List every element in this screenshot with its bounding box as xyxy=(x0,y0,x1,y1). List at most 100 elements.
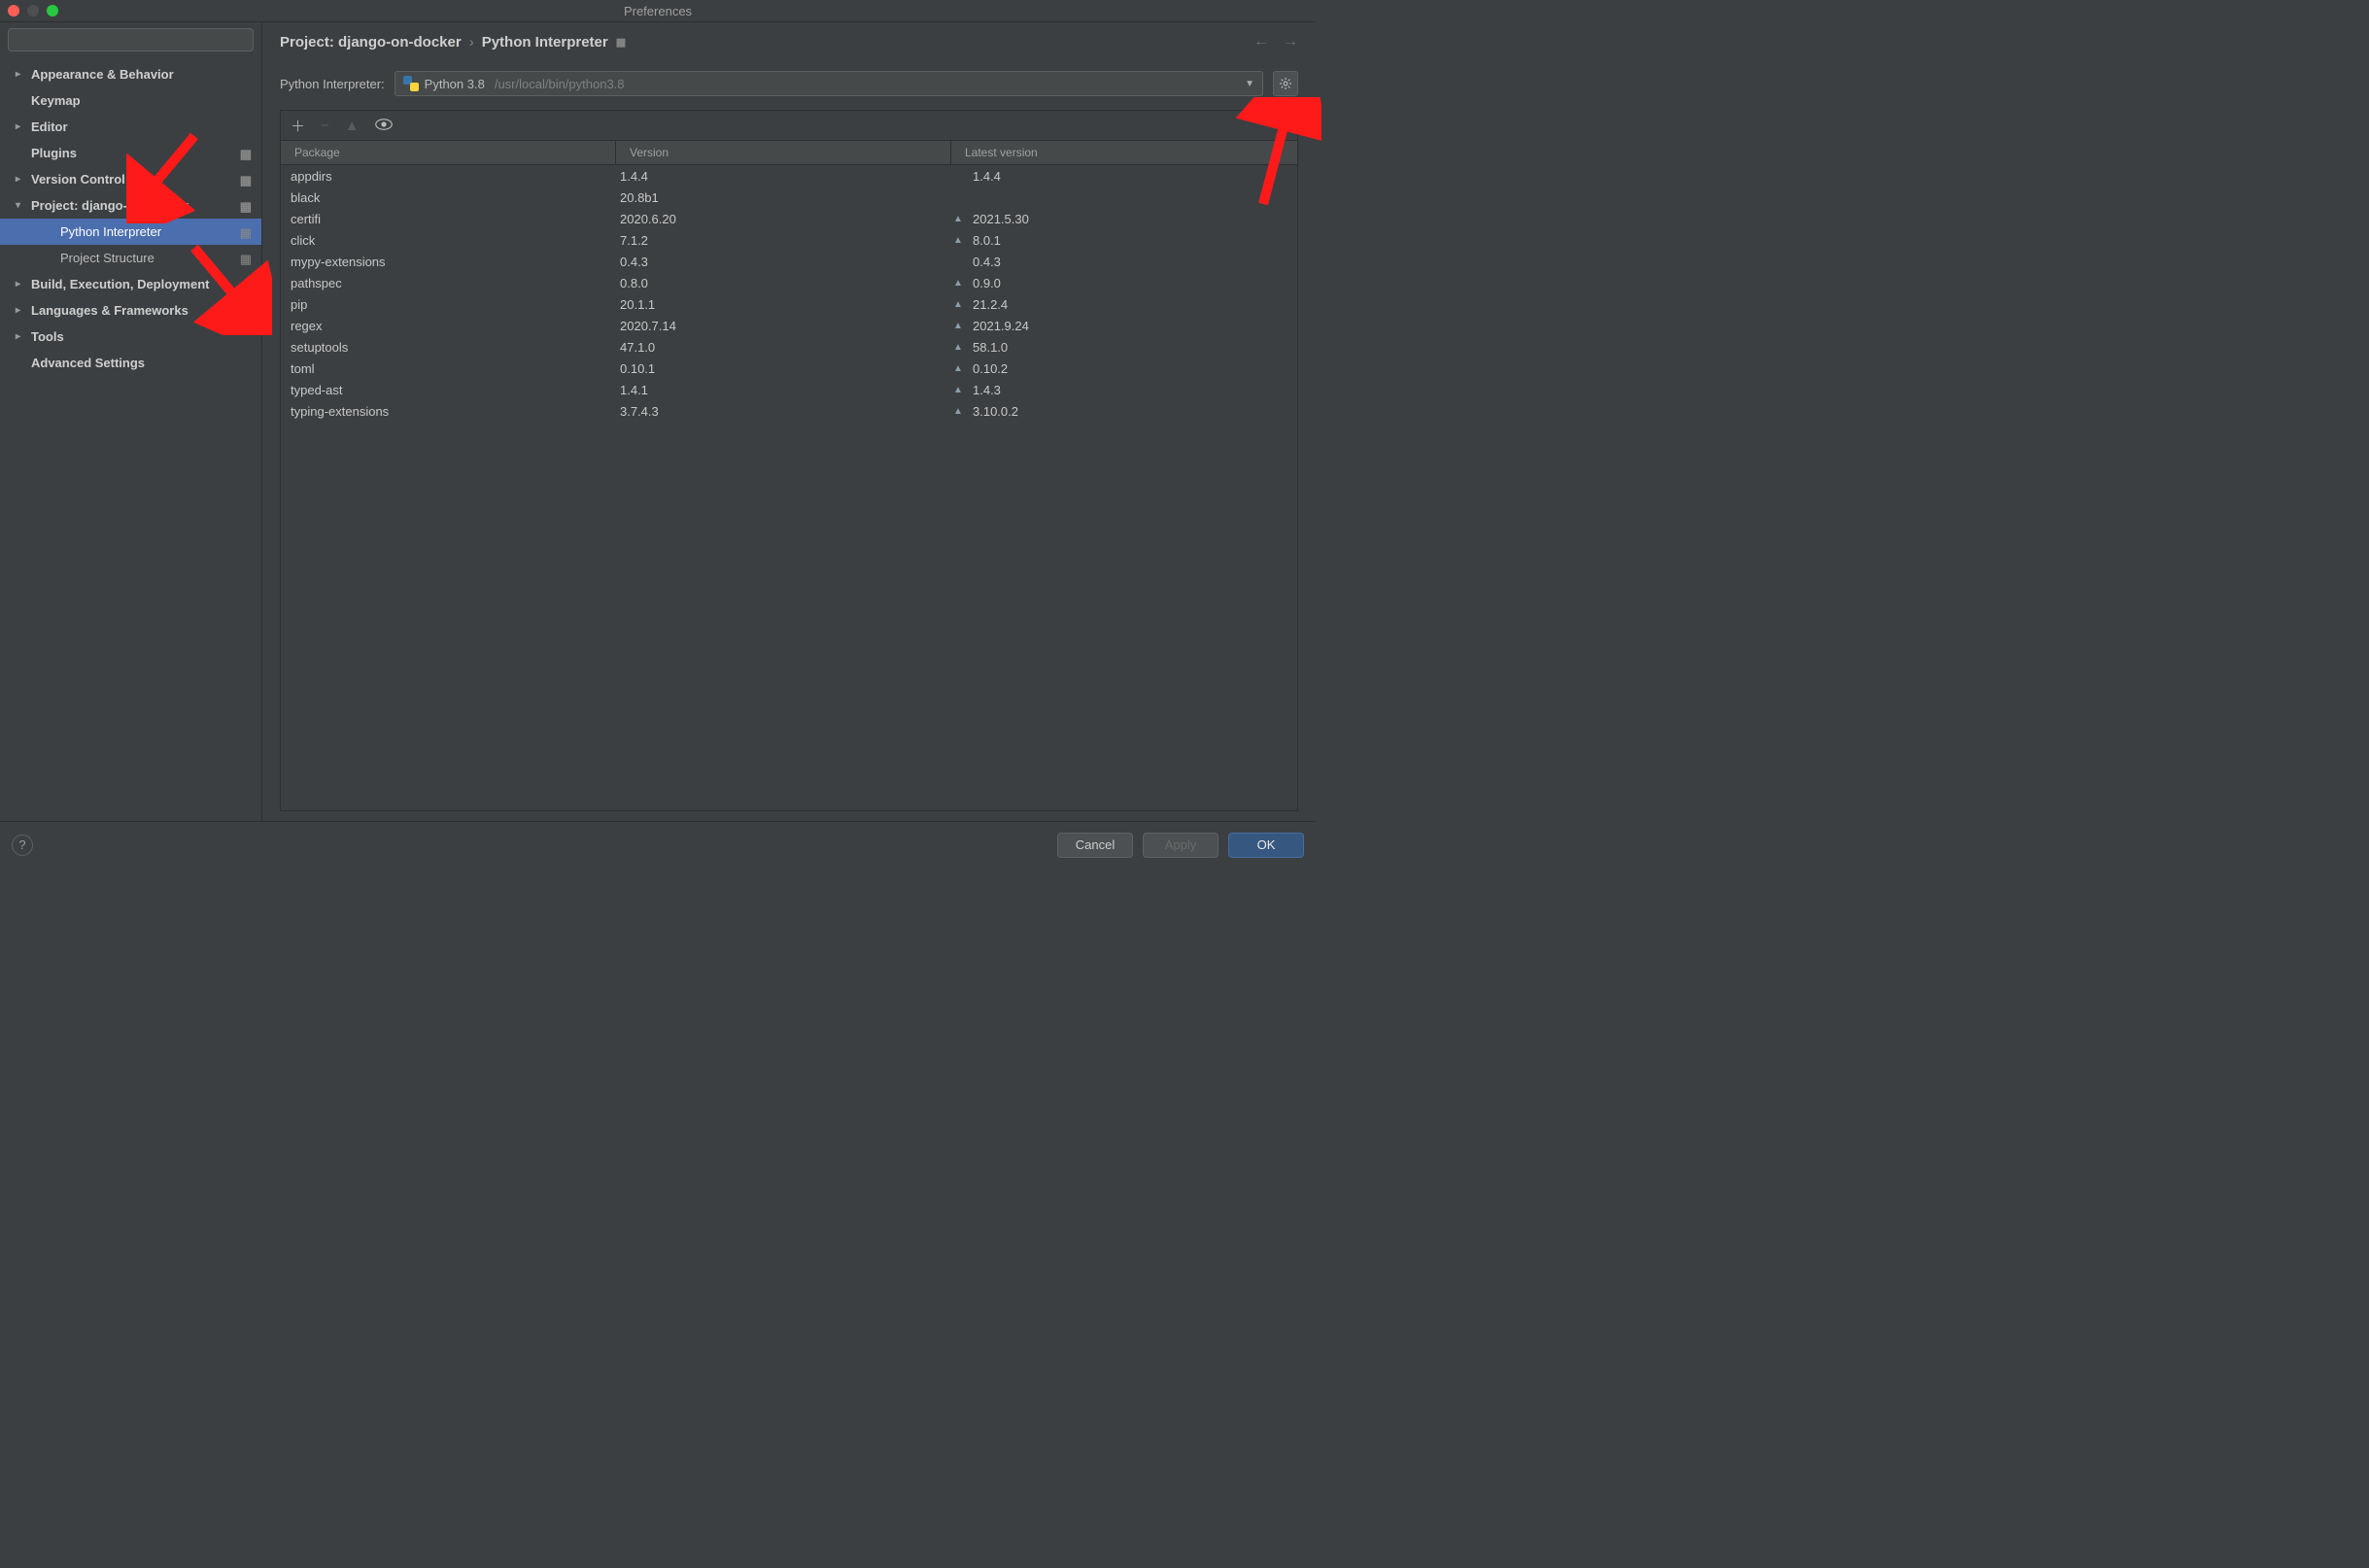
package-name: click xyxy=(281,233,616,248)
package-latest-value: 0.4.3 xyxy=(973,255,1001,269)
interpreter-settings-button[interactable] xyxy=(1273,71,1298,96)
upgrade-available-icon: ▲ xyxy=(951,406,965,417)
project-marker-icon: ▦ xyxy=(240,173,252,188)
package-row[interactable]: appdirs1.4.4▲1.4.4 xyxy=(281,165,1297,187)
column-package[interactable]: Package xyxy=(281,141,616,164)
footer: ? Cancel Apply OK xyxy=(0,821,1316,868)
sidebar-item-plugins[interactable]: ▸Plugins▦ xyxy=(0,140,261,166)
package-latest-value: 3.10.0.2 xyxy=(973,404,1018,419)
package-latest-value: 1.4.4 xyxy=(973,169,1001,184)
package-row[interactable]: certifi2020.6.20▲2021.5.30 xyxy=(281,208,1297,229)
upgrade-available-icon: ▲ xyxy=(951,235,965,246)
interpreter-dropdown[interactable]: Python 3.8 /usr/local/bin/python3.8 ▼ xyxy=(395,71,1263,96)
package-name: setuptools xyxy=(281,340,616,355)
package-latest: ▲ 21.2.4 xyxy=(951,297,1297,312)
breadcrumb-project: Project: django-on-docker xyxy=(280,34,462,51)
window-title: Preferences xyxy=(624,4,692,18)
cancel-button[interactable]: Cancel xyxy=(1057,833,1133,858)
package-row[interactable]: setuptools47.1.0▲58.1.0 xyxy=(281,336,1297,358)
package-row[interactable]: toml0.10.1▲0.10.2 xyxy=(281,358,1297,379)
package-latest-value: 8.0.1 xyxy=(973,233,1001,248)
help-button[interactable]: ? xyxy=(12,835,33,856)
upgrade-available-icon: ▲ xyxy=(951,278,965,289)
package-row[interactable]: regex2020.7.14▲2021.9.24 xyxy=(281,315,1297,336)
package-version: 2020.6.20 xyxy=(616,212,951,226)
package-row[interactable]: typing-extensions3.7.4.3▲3.10.0.2 xyxy=(281,400,1297,422)
traffic-lights xyxy=(8,5,58,17)
sidebar-item-project-structure[interactable]: ▸Project Structure▦ xyxy=(0,245,261,271)
upgrade-available-icon: ▲ xyxy=(951,299,965,310)
nav-forward-button[interactable]: → xyxy=(1283,33,1298,51)
upgrade-available-icon: ▲ xyxy=(951,342,965,353)
sidebar-item-label: Appearance & Behavior xyxy=(31,67,174,82)
add-package-button[interactable]: ＋ xyxy=(291,116,305,136)
project-marker-icon: ▦ xyxy=(240,147,252,162)
package-name: pathspec xyxy=(281,276,616,290)
package-latest-value: 21.2.4 xyxy=(973,297,1008,312)
sidebar-item-appearance-behavior[interactable]: ▸ Appearance & Behavior xyxy=(0,61,261,87)
chevron-right-icon: ▸ xyxy=(16,279,27,290)
package-area: ＋ − ▲ Package Version Latest version app… xyxy=(280,110,1298,811)
sidebar-item-build-execution-deployment[interactable]: ▸ Build, Execution, Deployment xyxy=(0,271,261,297)
gear-icon xyxy=(1279,77,1292,90)
ok-button[interactable]: OK xyxy=(1228,833,1304,858)
sidebar-item-keymap[interactable]: ▸Keymap xyxy=(0,87,261,114)
package-latest: ▲0.4.3 xyxy=(951,255,1297,269)
chevron-right-icon: ▸ xyxy=(16,69,27,80)
package-version: 1.4.4 xyxy=(616,169,951,184)
package-latest-value: 0.9.0 xyxy=(973,276,1001,290)
sidebar-item-label: Languages & Frameworks xyxy=(31,303,189,318)
minimize-window-button xyxy=(27,5,39,17)
sidebar-item-label: Plugins xyxy=(31,146,77,160)
sidebar-item-tools[interactable]: ▸Tools xyxy=(0,324,261,350)
package-latest: ▲1.4.4 xyxy=(951,169,1297,184)
column-version[interactable]: Version xyxy=(616,141,951,164)
sidebar-item-python-interpreter[interactable]: ▸Python Interpreter▦ xyxy=(0,219,261,245)
package-row[interactable]: black20.8b1▲ xyxy=(281,187,1297,208)
search-input[interactable] xyxy=(8,28,254,51)
maximize-window-button[interactable] xyxy=(47,5,58,17)
sidebar-item-advanced-settings[interactable]: ▸Advanced Settings xyxy=(0,350,261,376)
nav-back-button[interactable]: ← xyxy=(1253,33,1269,51)
package-name: certifi xyxy=(281,212,616,226)
package-version: 0.10.1 xyxy=(616,361,951,376)
sidebar: ▸Appearance & Behavior▸Keymap▸Editor▸Plu… xyxy=(0,22,262,821)
package-table-header: Package Version Latest version xyxy=(281,140,1297,165)
package-row[interactable]: typed-ast1.4.1▲1.4.3 xyxy=(281,379,1297,400)
package-version: 7.1.2 xyxy=(616,233,951,248)
upgrade-package-button[interactable]: ▲ xyxy=(345,118,360,134)
breadcrumb-separator: › xyxy=(469,34,474,51)
upgrade-available-icon: ▲ xyxy=(951,363,965,374)
chevron-down-icon: ▾ xyxy=(16,200,27,211)
package-table-body: appdirs1.4.4▲1.4.4black20.8b1▲certifi202… xyxy=(281,165,1297,810)
package-row[interactable]: mypy-extensions0.4.3▲0.4.3 xyxy=(281,251,1297,272)
sidebar-item-languages-frameworks[interactable]: ▸ Languages & Frameworks xyxy=(0,297,261,324)
sidebar-item-label: Build, Execution, Deployment xyxy=(31,277,209,291)
package-latest: ▲ xyxy=(951,192,1297,203)
titlebar: Preferences xyxy=(0,0,1316,21)
sidebar-item-editor[interactable]: ▸Editor xyxy=(0,114,261,140)
sidebar-item-version-control[interactable]: ▸Version Control▦ xyxy=(0,166,261,192)
package-latest: ▲2021.5.30 xyxy=(951,212,1297,226)
interpreter-name: Python 3.8 xyxy=(425,77,485,91)
package-version: 1.4.1 xyxy=(616,383,951,397)
show-early-releases-button[interactable] xyxy=(375,118,393,134)
sidebar-item-label: Keymap xyxy=(31,93,81,108)
remove-package-button[interactable]: − xyxy=(321,118,329,134)
package-row[interactable]: pip20.1.1▲21.2.4 xyxy=(281,293,1297,315)
column-latest[interactable]: Latest version xyxy=(951,141,1297,164)
package-latest: ▲2021.9.24 xyxy=(951,319,1297,333)
upgrade-available-icon: ▲ xyxy=(951,214,965,224)
chevron-right-icon: ▸ xyxy=(16,305,27,316)
close-window-button[interactable] xyxy=(8,5,19,17)
package-version: 47.1.0 xyxy=(616,340,951,355)
package-row[interactable]: pathspec0.8.0▲0.9.0 xyxy=(281,272,1297,293)
package-version: 3.7.4.3 xyxy=(616,404,951,419)
package-name: appdirs xyxy=(281,169,616,184)
apply-button[interactable]: Apply xyxy=(1143,833,1219,858)
package-name: toml xyxy=(281,361,616,376)
package-row[interactable]: click7.1.2▲ 8.0.1 xyxy=(281,229,1297,251)
upgrade-available-icon: ▲ xyxy=(951,321,965,331)
package-latest: ▲ 8.0.1 xyxy=(951,233,1297,248)
sidebar-item-project-django-on-docker[interactable]: ▾Project: django-on-docker▦ xyxy=(0,192,261,219)
